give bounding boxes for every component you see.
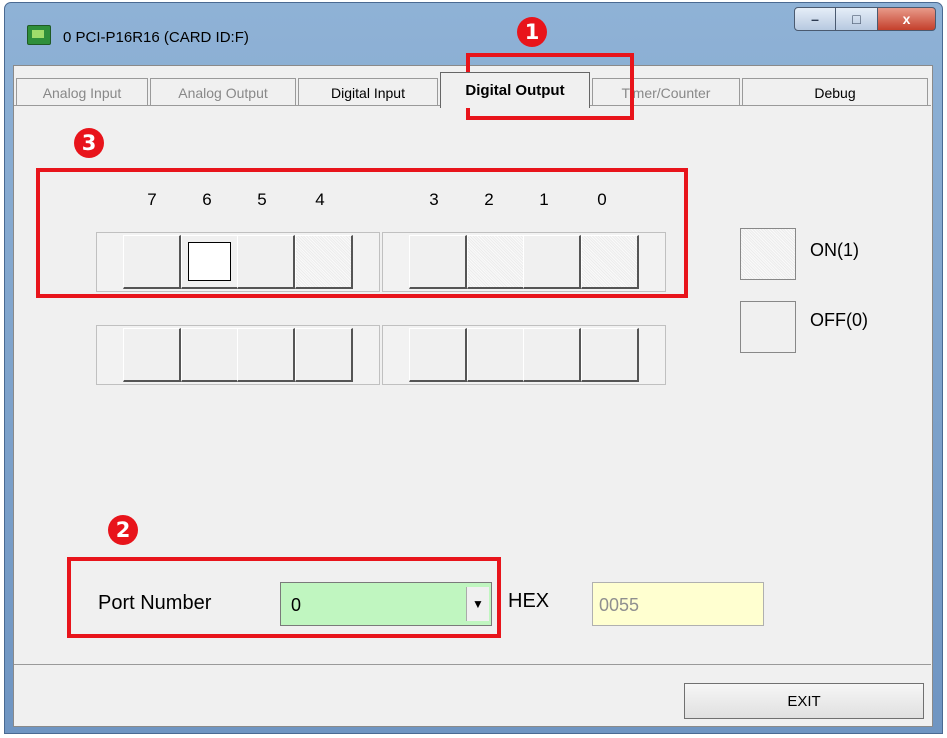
maximize-button[interactable]: □ (836, 7, 878, 31)
tab-digital-output[interactable]: Digital Output (440, 72, 590, 108)
window-title: 0 PCI-P16R16 (CARD ID:F) (63, 29, 249, 46)
output-group-low-row2 (382, 325, 666, 385)
output-bit-9[interactable] (523, 328, 581, 382)
annotation-highlight-2 (67, 557, 501, 638)
annotation-badge-1: 1 (517, 17, 547, 47)
exit-button[interactable]: EXIT (684, 683, 924, 719)
annotation-highlight-3 (36, 168, 688, 298)
legend-on-swatch (740, 228, 796, 280)
close-button[interactable]: x (878, 7, 936, 31)
output-bit-11[interactable] (409, 328, 467, 382)
title-bar[interactable]: 0 PCI-P16R16 (CARD ID:F) – □ x (5, 3, 942, 59)
tab-digital-input[interactable]: Digital Input (298, 78, 438, 106)
output-bit-13[interactable] (237, 328, 295, 382)
minimize-button[interactable]: – (794, 7, 836, 31)
output-bit-8[interactable] (581, 328, 639, 382)
card-icon (27, 25, 51, 45)
output-group-high-row2 (96, 325, 380, 385)
status-divider (14, 664, 931, 665)
tab-strip: Analog Input Analog Output Digital Input… (14, 70, 932, 108)
annotation-badge-3: 3 (74, 128, 104, 158)
tab-analog-input[interactable]: Analog Input (16, 78, 148, 106)
legend-on-label: ON(1) (810, 240, 859, 260)
caption-buttons: – □ x (794, 7, 936, 33)
hex-label: HEX (508, 590, 550, 612)
hex-field: 0055 (592, 582, 764, 626)
output-bit-10[interactable] (467, 328, 525, 382)
output-bit-14[interactable] (181, 328, 239, 382)
tab-analog-output[interactable]: Analog Output (150, 78, 296, 106)
annotation-badge-2: 2 (108, 515, 138, 545)
legend-off-swatch (740, 301, 796, 353)
hex-value: 0055 (599, 595, 640, 615)
tab-debug[interactable]: Debug (742, 78, 928, 106)
legend-off-label: OFF(0) (810, 310, 868, 330)
output-bit-15[interactable] (123, 328, 181, 382)
output-bit-12[interactable] (295, 328, 353, 382)
